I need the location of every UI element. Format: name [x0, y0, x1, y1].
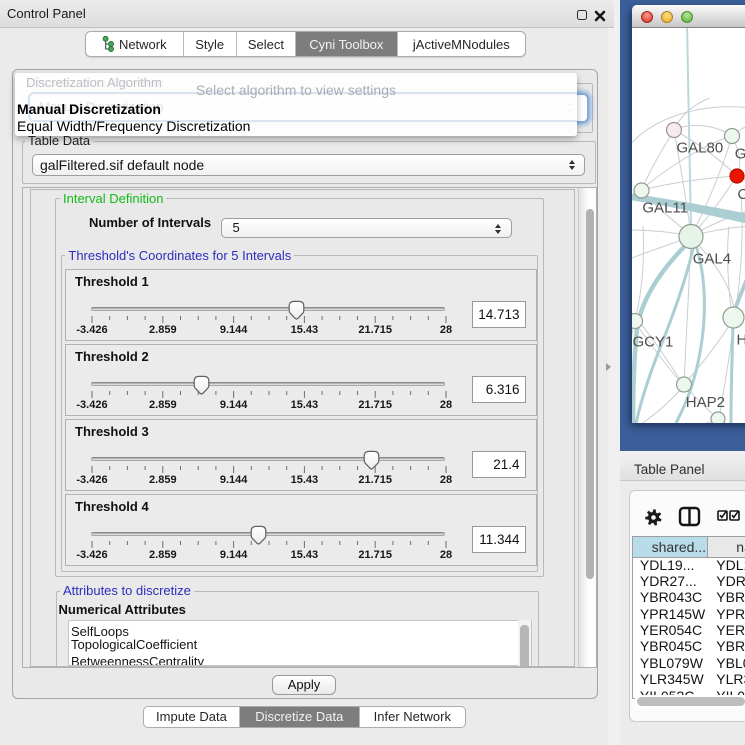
svg-text:OR: OR [738, 186, 745, 203]
svg-text:HI: HI [737, 332, 745, 349]
svg-text:GAL80: GAL80 [677, 140, 724, 157]
svg-text:GA: GA [735, 146, 745, 163]
svg-text:HAP2: HAP2 [686, 394, 725, 411]
svg-text:GCY1: GCY1 [633, 334, 674, 351]
svg-text:GAL4: GAL4 [693, 251, 731, 268]
svg-text:GAL11: GAL11 [642, 200, 688, 217]
